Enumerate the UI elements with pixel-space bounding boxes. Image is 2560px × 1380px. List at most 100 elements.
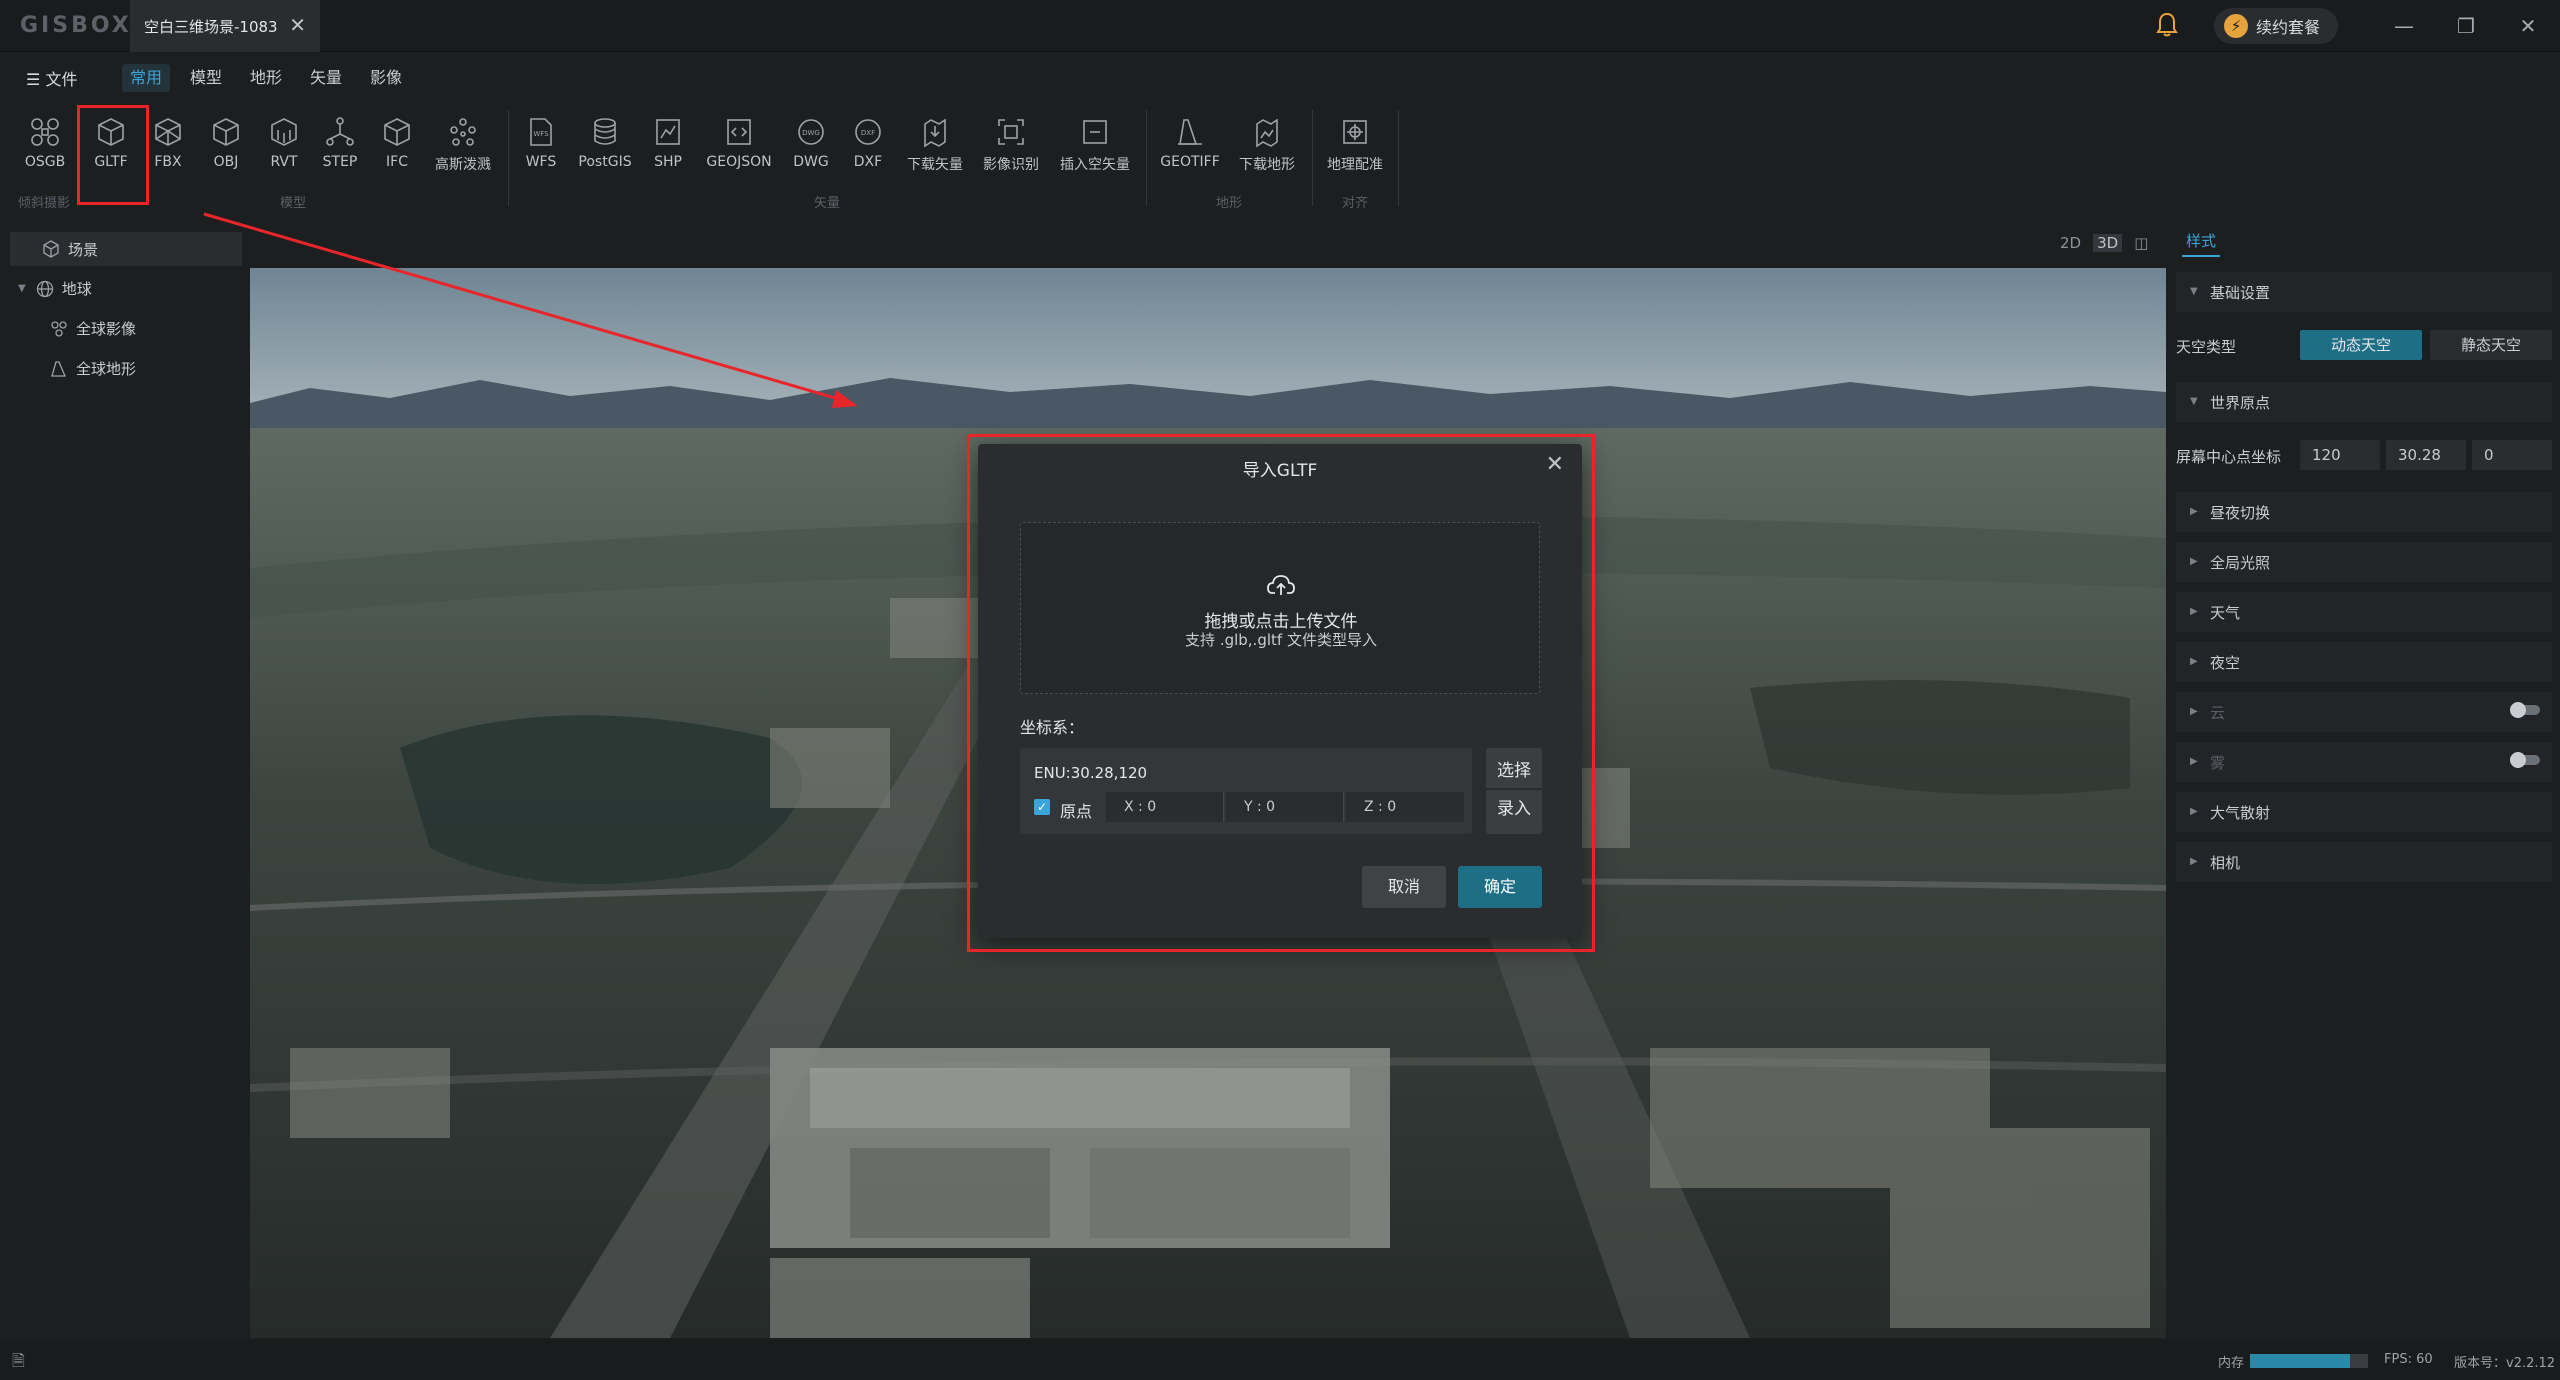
- tab-style[interactable]: 样式: [2182, 230, 2221, 257]
- close-icon[interactable]: ✕: [1546, 452, 1564, 477]
- origin-y-input[interactable]: Y : 0: [1226, 792, 1344, 822]
- memory-bar: [2250, 1354, 2368, 1368]
- fog-toggle[interactable]: [2510, 752, 2540, 768]
- file-menu-label: 文件: [45, 70, 78, 89]
- tool-download-vector[interactable]: 下载矢量: [898, 112, 972, 190]
- tool-gaussian-splat[interactable]: 高斯泼溅: [428, 112, 498, 190]
- section-fog[interactable]: ▶ 雾: [2176, 742, 2552, 782]
- origin-z-input[interactable]: Z : 0: [1346, 792, 1464, 822]
- close-tab-icon[interactable]: ✕: [289, 13, 306, 37]
- tool-geojson[interactable]: GEOJSON: [700, 112, 778, 190]
- group-label-vector: 矢量: [814, 196, 841, 211]
- section-atmosphere[interactable]: ▶ 大气散射: [2176, 792, 2552, 832]
- dxf-icon: DXF: [855, 119, 881, 145]
- tab-model[interactable]: 模型: [182, 64, 230, 92]
- sky-dynamic-option[interactable]: 动态天空: [2300, 330, 2422, 360]
- expand-triangle-icon: ▶: [2190, 556, 2198, 567]
- minimize-icon[interactable]: —: [2390, 12, 2418, 40]
- screen-center-lat-input[interactable]: 30.28: [2386, 440, 2466, 470]
- tree-item-scene[interactable]: 场景: [10, 232, 242, 266]
- tool-fbx[interactable]: FBX: [140, 112, 196, 190]
- cancel-button[interactable]: 取消: [1362, 866, 1446, 908]
- renew-plan-button[interactable]: ⚡ 续约套餐: [2214, 8, 2338, 44]
- file-drop-zone[interactable]: 拖拽或点击上传文件 支持 .glb,.gltf 文件类型导入: [1020, 522, 1540, 694]
- scene-tree-panel: 场景 ▼ 地球 全球影像 全球地形: [0, 226, 248, 1336]
- tool-postgis-label: PostGIS: [578, 154, 632, 170]
- tree-item-global-imagery-label: 全球影像: [76, 320, 137, 338]
- tool-osgb-label: OSGB: [24, 154, 66, 170]
- view-mode-switcher: 2D 3D ◫: [2060, 234, 2148, 252]
- cloud-toggle[interactable]: [2510, 702, 2540, 718]
- tool-osgb[interactable]: OSGB: [14, 112, 76, 190]
- document-tab[interactable]: 空白三维场景-1083 ✕: [130, 0, 320, 52]
- confirm-button[interactable]: 确定: [1458, 866, 1542, 908]
- sky-type-label: 天空类型: [2176, 338, 2237, 356]
- coordinate-system-value: ENU:30.28,120: [1034, 764, 1148, 782]
- view-mode-3d[interactable]: 3D: [2093, 234, 2123, 252]
- bell-icon[interactable]: [2156, 12, 2178, 38]
- dialog-title: 导入GLTF: [1242, 461, 1318, 481]
- section-world-origin[interactable]: ▼ 世界原点: [2176, 382, 2552, 422]
- tool-rvt[interactable]: RVT: [256, 112, 312, 190]
- section-fog-label: 雾: [2210, 753, 2226, 772]
- group-label-oblique: 倾斜摄影: [18, 196, 71, 211]
- tree-item-global-imagery[interactable]: 全球影像: [50, 318, 136, 339]
- tool-obj[interactable]: OBJ: [198, 112, 254, 190]
- tool-insert-empty-vector[interactable]: 插入空矢量: [1052, 112, 1138, 190]
- menu-bar: ☰ 文件 常用 模型 地形 矢量 影像: [0, 58, 2560, 98]
- tool-dwg-label: DWG: [793, 154, 829, 170]
- tool-shp[interactable]: SHP: [642, 112, 694, 190]
- tab-terrain[interactable]: 地形: [242, 64, 290, 92]
- tab-imagery[interactable]: 影像: [362, 64, 410, 92]
- expand-triangle-icon[interactable]: ▼: [18, 283, 26, 294]
- tree-item-global-terrain[interactable]: 全球地形: [50, 358, 136, 379]
- splat-icon: [450, 118, 476, 146]
- tool-download-terrain[interactable]: 下载地形: [1230, 112, 1304, 190]
- tool-dwg[interactable]: DWG DWG: [784, 112, 838, 190]
- close-window-icon[interactable]: ✕: [2514, 12, 2542, 40]
- origin-x-input[interactable]: X : 0: [1106, 792, 1224, 822]
- section-day-night[interactable]: ▶ 昼夜切换: [2176, 492, 2552, 532]
- section-weather[interactable]: ▶ 天气: [2176, 592, 2552, 632]
- section-basic-settings[interactable]: ▼ 基础设置: [2176, 272, 2552, 312]
- tool-step[interactable]: STEP: [312, 112, 368, 190]
- coordinate-system-box: ENU:30.28,120 ✓ 原点 X : 0 Y : 0 Z : 0: [1020, 748, 1472, 834]
- split-view-icon[interactable]: ◫: [2134, 234, 2148, 252]
- section-night-sky[interactable]: ▶ 夜空: [2176, 642, 2552, 682]
- sky-static-option[interactable]: 静态天空: [2430, 330, 2552, 360]
- tree-item-globe[interactable]: ▼ 地球: [18, 278, 92, 299]
- drop-zone-hint: 支持 .glb,.gltf 文件类型导入: [1185, 631, 1377, 649]
- select-label[interactable]: 选择: [1486, 752, 1542, 790]
- enter-label[interactable]: 录入: [1486, 790, 1542, 828]
- tool-gltf[interactable]: GLTF: [80, 112, 142, 190]
- restore-icon[interactable]: ❐: [2452, 12, 2480, 40]
- tab-common[interactable]: 常用: [122, 64, 171, 92]
- tool-geotiff[interactable]: GEOTIFF: [1154, 112, 1226, 190]
- tool-dxf[interactable]: DXF DXF: [842, 112, 894, 190]
- coordinate-select-button[interactable]: 选择 录入: [1486, 748, 1542, 834]
- cube-icon: [213, 118, 239, 146]
- file-menu[interactable]: ☰ 文件: [26, 66, 77, 90]
- code-file-icon: [727, 119, 751, 145]
- tool-ifc[interactable]: IFC: [370, 112, 424, 190]
- tool-image-recognition[interactable]: 影像识别: [974, 112, 1048, 190]
- view-mode-2d[interactable]: 2D: [2060, 234, 2081, 252]
- section-camera[interactable]: ▶ 相机: [2176, 842, 2552, 882]
- toolbar-ribbon: OSGB GLTF FBX OBJ RVT STEP IFC 高斯泼溅 WFS …: [0, 100, 2560, 212]
- expand-triangle-icon: ▶: [2190, 656, 2198, 667]
- tool-postgis[interactable]: PostGIS: [570, 112, 640, 190]
- document-icon[interactable]: 🗎: [12, 1350, 25, 1377]
- section-global-lighting[interactable]: ▶ 全局光照: [2176, 542, 2552, 582]
- tool-wfs[interactable]: WFS WFS: [516, 112, 566, 190]
- origin-checkbox[interactable]: ✓: [1034, 799, 1050, 815]
- database-icon: [594, 118, 616, 145]
- tab-vector[interactable]: 矢量: [302, 64, 350, 92]
- section-cloud[interactable]: ▶ 云: [2176, 692, 2552, 732]
- separator: [1146, 110, 1147, 206]
- screen-center-height-input[interactable]: 0: [2472, 440, 2552, 470]
- status-bar: 🗎 内存 FPS: 60 版本号：v2.2.12: [0, 1340, 2560, 1380]
- screen-center-lon-input[interactable]: 120: [2300, 440, 2380, 470]
- svg-text:DWG: DWG: [802, 129, 820, 137]
- tool-georeference[interactable]: 地理配准: [1318, 112, 1392, 190]
- separator: [1312, 110, 1313, 206]
